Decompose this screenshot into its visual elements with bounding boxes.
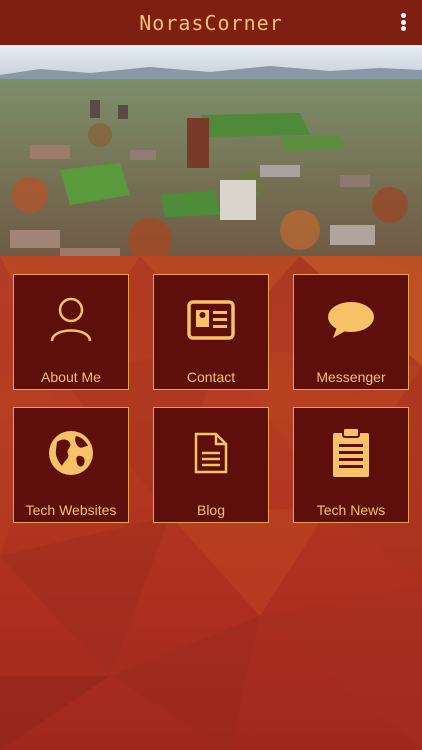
tile-label: Messenger	[316, 369, 386, 385]
tile-blog[interactable]: Blog	[153, 407, 269, 523]
tile-label: Contact	[186, 369, 236, 385]
tile-about-me[interactable]: About Me	[13, 274, 129, 390]
tile-label: Tech Websites	[25, 502, 117, 518]
tile-tech-websites[interactable]: Tech Websites	[13, 407, 129, 523]
globe-icon	[14, 408, 128, 498]
clipboard-icon	[294, 408, 408, 498]
id-card-icon	[154, 275, 268, 365]
person-icon	[14, 275, 128, 365]
document-icon	[154, 408, 268, 498]
more-vert-icon[interactable]	[396, 10, 410, 34]
tile-messenger[interactable]: Messenger	[293, 274, 409, 390]
tile-label: About Me	[41, 369, 101, 385]
tile-label: Tech News	[316, 502, 386, 518]
chat-bubble-icon	[294, 275, 408, 365]
tile-label: Blog	[196, 502, 226, 518]
app-bar: NorasCorner	[0, 0, 422, 45]
tile-contact[interactable]: Contact	[153, 274, 269, 390]
tile-tech-news[interactable]: Tech News	[293, 407, 409, 523]
app-title: NorasCorner	[139, 10, 283, 35]
hero-image	[0, 45, 422, 256]
